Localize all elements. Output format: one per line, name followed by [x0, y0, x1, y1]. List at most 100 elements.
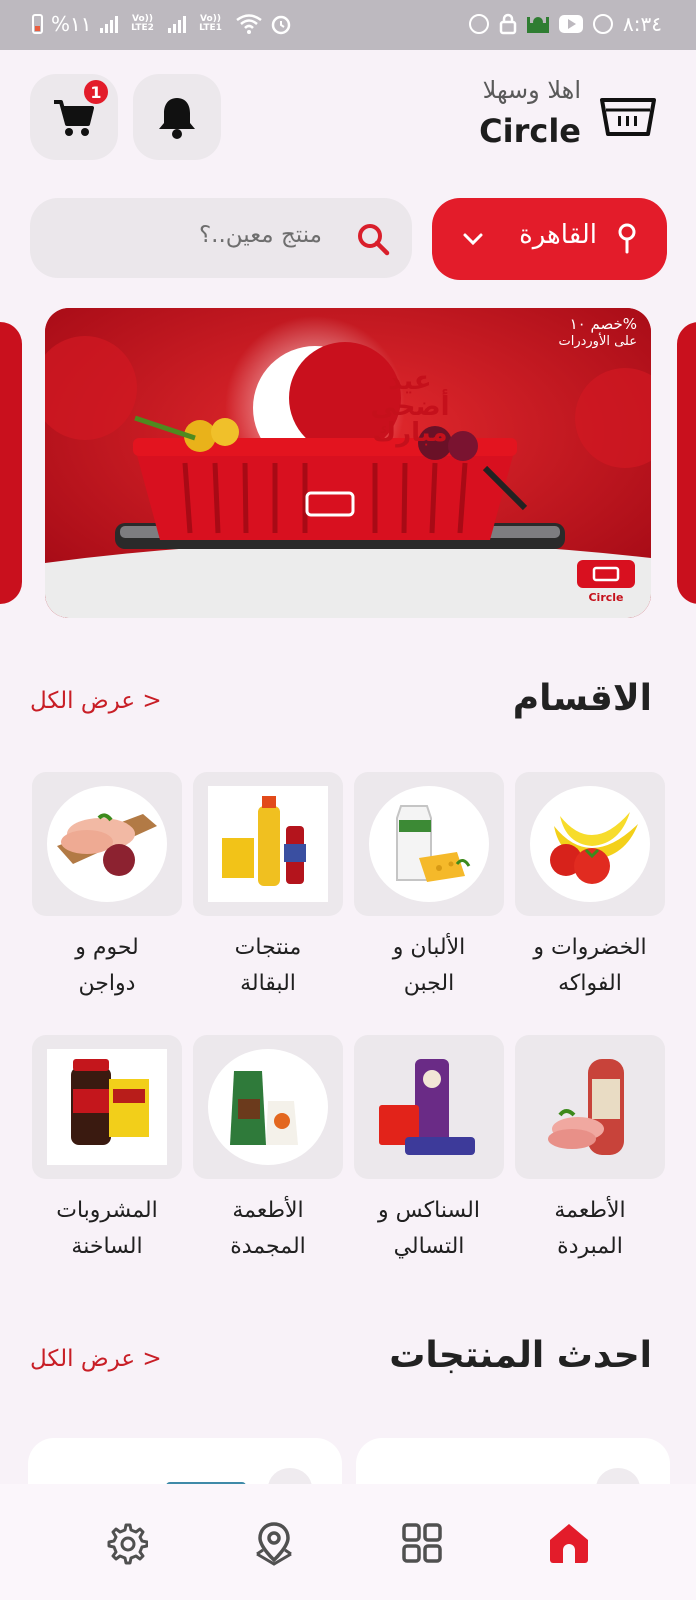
- category-image: [47, 786, 167, 902]
- banner-logo: Circle: [577, 560, 635, 604]
- nav-settings[interactable]: [102, 1519, 150, 1567]
- city-label: القاهرة: [519, 220, 597, 250]
- category-label: الخضروات و الفواكه: [509, 930, 671, 1002]
- greeting-line: أضحى: [370, 392, 450, 422]
- category-image: [369, 1049, 489, 1165]
- carousel-prev-slide[interactable]: [0, 322, 22, 604]
- category-image: [530, 786, 650, 902]
- category-label-line: التسالي: [393, 1234, 465, 1259]
- basket-logo-icon: [600, 98, 656, 136]
- meat-icon: [57, 813, 157, 876]
- greeting-line: عيد: [388, 366, 432, 396]
- category-label-line: الخضروات و: [533, 935, 647, 960]
- products-see-all-link[interactable]: عرض الكل >: [30, 1346, 162, 1372]
- mosque-icon: [527, 17, 550, 33]
- category-label-line: الفواكه: [558, 971, 622, 996]
- category-label: المشروبات الساخنة: [26, 1193, 188, 1265]
- category-grocery[interactable]: منتجات البقالة: [193, 772, 343, 1014]
- home-icon: [550, 1524, 588, 1563]
- category-label-line: دواجن: [78, 971, 136, 996]
- banner-logo-text: Circle: [588, 591, 624, 604]
- category-image: [208, 786, 328, 902]
- city-selector[interactable]: القاهرة: [432, 198, 667, 280]
- categories-title: الاقسام: [512, 678, 652, 719]
- app-header: 1 اهلا وسهلا Circle: [0, 50, 696, 180]
- coffee-tea-icon: [71, 1059, 149, 1145]
- cart-count-badge: 1: [84, 80, 108, 104]
- category-vegetables-fruits[interactable]: الخضروات و الفواكه: [515, 772, 665, 1014]
- signal-icon: [167, 15, 186, 33]
- category-image: [208, 1049, 328, 1165]
- category-label: الأطعمة المجمدة: [187, 1193, 349, 1265]
- category-label: منتجات البقالة: [187, 930, 349, 1002]
- bottom-navigation: [0, 1484, 696, 1600]
- milk-cheese-icon: [396, 805, 471, 882]
- notification-icon: [469, 14, 490, 34]
- nav-home[interactable]: [545, 1519, 593, 1567]
- category-dairy-cheese[interactable]: الألبان و الجبن: [354, 772, 504, 1014]
- status-bar: %١١ Vo)) LTE2 Vo)) LTE1 ٨:٣٤: [0, 0, 696, 50]
- basket-logo-icon: [577, 560, 635, 588]
- category-label: الأطعمة المبردة: [509, 1193, 671, 1265]
- grid-icon: [402, 1523, 442, 1563]
- snacks-icon: [379, 1059, 475, 1155]
- carousel-next-slide[interactable]: [677, 322, 696, 604]
- category-label-line: الساخنة: [71, 1234, 143, 1259]
- category-label-line: الأطعمة: [232, 1198, 304, 1223]
- category-image: [369, 786, 489, 902]
- lock-icon: [499, 13, 517, 35]
- grocery-products-icon: [222, 796, 306, 886]
- cart-button[interactable]: 1: [30, 74, 118, 160]
- search-placeholder: منتج معين..؟: [198, 222, 322, 248]
- category-label-line: البقالة: [240, 971, 296, 996]
- notification-icon: [593, 14, 614, 34]
- battery-percent: %١١: [51, 12, 92, 36]
- sim2-label: Vo)) LTE1: [199, 14, 222, 33]
- nav-categories[interactable]: [398, 1519, 446, 1567]
- category-label-line: السناكس و: [378, 1198, 480, 1223]
- category-label-line: الأطعمة: [554, 1198, 626, 1223]
- category-label-line: الجبن: [403, 971, 455, 996]
- banana-tomato-icon: [550, 812, 638, 884]
- luncheon-icon: [548, 1059, 624, 1155]
- offer-subline: على الأوردرات: [558, 334, 637, 349]
- categories-see-all-link[interactable]: عرض الكل >: [30, 688, 162, 714]
- category-chilled-foods[interactable]: الأطعمة المبردة: [515, 1035, 665, 1277]
- location-pin-icon: [618, 223, 636, 254]
- category-label-line: المجمدة: [230, 1234, 306, 1259]
- category-label-line: لحوم و: [75, 935, 139, 960]
- notifications-button[interactable]: [133, 74, 221, 160]
- settings-icon: [107, 1523, 148, 1565]
- category-label: الألبان و الجبن: [348, 930, 510, 1002]
- clock-time: ٨:٣٤: [623, 12, 662, 36]
- frozen-food-icon: [230, 1071, 298, 1145]
- youtube-icon: [559, 15, 584, 33]
- wifi-icon: [235, 14, 262, 34]
- banner-illustration: [45, 308, 651, 618]
- category-meat-poultry[interactable]: لحوم و دواجن: [32, 772, 182, 1014]
- alarm-icon: [271, 15, 290, 35]
- latest-products-title: احدث المنتجات: [389, 1335, 652, 1376]
- category-image: [530, 1049, 650, 1165]
- nav-locations[interactable]: [250, 1519, 298, 1567]
- category-snacks[interactable]: السناكس و التسالي: [354, 1035, 504, 1277]
- category-label-line: المشروبات: [56, 1198, 158, 1223]
- promo-banner[interactable]: خصم ١٠% على الأوردرات عيد أضحى مبارك Cir…: [45, 308, 651, 618]
- category-label-line: منتجات: [234, 935, 302, 960]
- category-label: لحوم و دواجن: [26, 930, 188, 1002]
- signal-icon: [99, 15, 118, 33]
- sim1-label: Vo)) LTE2: [131, 14, 154, 33]
- search-icon: [358, 224, 390, 256]
- category-frozen-foods[interactable]: الأطعمة المجمدة: [193, 1035, 343, 1277]
- map-pin-icon: [256, 1522, 292, 1566]
- search-input[interactable]: منتج معين..؟: [30, 198, 412, 278]
- banner-greeting: عيد أضحى مبارك: [345, 368, 475, 446]
- category-label-line: المبردة: [557, 1234, 623, 1259]
- chevron-down-icon: [463, 233, 483, 246]
- category-label-line: الألبان و: [392, 935, 466, 960]
- status-right: ٨:٣٤: [469, 12, 662, 36]
- brand-name: Circle: [479, 112, 581, 150]
- category-hot-drinks[interactable]: المشروبات الساخنة: [32, 1035, 182, 1277]
- battery-icon: [32, 14, 43, 34]
- offer-headline: خصم ١٠%: [569, 315, 637, 333]
